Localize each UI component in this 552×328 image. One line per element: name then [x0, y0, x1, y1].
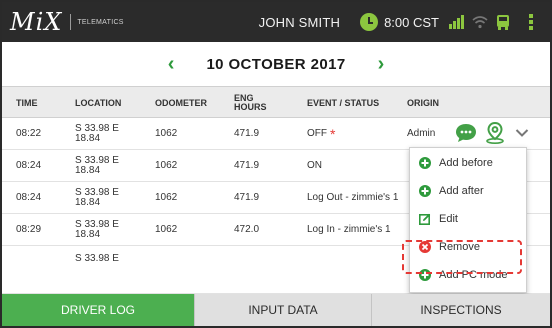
date-navigation: ‹ 10 OCTOBER 2017 ›	[2, 42, 550, 86]
event-text: OFF	[307, 128, 327, 139]
column-header-location: LOCATION	[75, 97, 122, 108]
cell-event-status: Log Out - zimmie's 1	[307, 192, 399, 203]
logo: MiX TELEMATICS	[10, 2, 124, 42]
tab-driver-log[interactable]: DRIVER LOG	[2, 294, 194, 326]
cell-location: S 33.98 E 18.84	[75, 155, 119, 176]
prev-day-button[interactable]: ‹	[162, 53, 181, 76]
plus-circle-icon	[419, 157, 431, 169]
menu-item-label: Remove	[439, 241, 480, 253]
cell-location: S 33.98 E 18.84	[75, 123, 119, 144]
signal-icon	[449, 15, 464, 29]
cell-time: 08:22	[16, 128, 42, 139]
cell-odometer: 1062	[155, 128, 178, 139]
cell-eng-hours: 471.9	[234, 128, 260, 139]
map-pin-icon[interactable]	[485, 122, 505, 144]
logo-text: MiX	[10, 8, 63, 36]
table-header: TIME LOCATION ODOMETER ENG HOURS EVENT /…	[2, 86, 550, 118]
remove-circle-icon	[419, 241, 431, 253]
chat-icon[interactable]	[455, 123, 477, 143]
cell-time: 08:29	[16, 224, 42, 235]
wifi-icon	[472, 16, 488, 29]
next-day-button[interactable]: ›	[372, 53, 391, 76]
menu-item-label: Add PC mode	[439, 269, 508, 281]
menu-item-add-pc-mode[interactable]: Add PC mode	[410, 261, 526, 289]
logo-divider	[70, 14, 72, 30]
cell-eng-hours: 471.9	[234, 160, 260, 171]
cell-eng-hours: 471.9	[234, 192, 260, 203]
cell-event-status: OFF *	[307, 118, 402, 150]
plus-circle-icon	[419, 185, 431, 197]
menu-item-remove[interactable]: Remove	[410, 233, 526, 261]
clock-icon	[360, 13, 379, 31]
menu-item-label: Add after	[439, 185, 484, 197]
cell-time: 08:24	[16, 160, 42, 171]
tab-input-data[interactable]: INPUT DATA	[194, 294, 371, 326]
cell-location: S 33.98 E 18.84	[75, 187, 119, 208]
cell-location: S 33.98 E 18.84	[75, 219, 119, 240]
column-header-event-status: EVENT / STATUS	[307, 97, 380, 108]
column-header-origin: ORIGIN	[407, 97, 440, 108]
app-frame: MiX TELEMATICS JOHN SMITH 8:00 CST ‹ 10 …	[0, 0, 552, 328]
row-action-menu: Add before Add after Edit Remove Add PC …	[409, 147, 527, 293]
truck-icon[interactable]	[496, 14, 510, 30]
current-date: 10 OCTOBER 2017	[206, 55, 346, 73]
status-area: JOHN SMITH 8:00 CST	[259, 2, 550, 42]
menu-item-label: Add before	[439, 157, 493, 169]
bottom-tabs: DRIVER LOG INPUT DATA INSPECTIONS	[2, 294, 550, 326]
chevron-down-icon[interactable]	[515, 128, 529, 138]
cell-event-status: ON	[307, 160, 322, 171]
menu-item-add-before[interactable]: Add before	[410, 149, 526, 177]
menu-item-label: Edit	[439, 213, 458, 225]
plus-circle-icon	[419, 269, 431, 281]
cell-event-status: Log In - zimmie's 1	[307, 224, 391, 235]
cell-odometer: 1062	[155, 224, 178, 235]
column-header-eng-hours: ENG HOURS	[234, 93, 267, 112]
tab-inspections[interactable]: INSPECTIONS	[371, 294, 550, 326]
menu-item-edit[interactable]: Edit	[410, 205, 526, 233]
edited-marker: *	[330, 126, 336, 142]
current-time: 8:00 CST	[384, 14, 439, 30]
top-bar: MiX TELEMATICS JOHN SMITH 8:00 CST	[2, 2, 550, 42]
origin-actions	[455, 122, 529, 144]
column-header-odometer: ODOMETER	[155, 97, 208, 108]
menu-icon[interactable]	[524, 14, 538, 30]
logo-subtext: TELEMATICS	[77, 18, 124, 26]
menu-item-add-after[interactable]: Add after	[410, 177, 526, 205]
cell-odometer: 1062	[155, 192, 178, 203]
cell-time: 08:24	[16, 192, 42, 203]
user-name[interactable]: JOHN SMITH	[259, 15, 340, 30]
cell-odometer: 1062	[155, 160, 178, 171]
edit-icon	[419, 213, 431, 225]
cell-location: S 33.98 E	[75, 253, 119, 264]
cell-eng-hours: 472.0	[234, 224, 260, 235]
column-header-time: TIME	[16, 97, 38, 108]
